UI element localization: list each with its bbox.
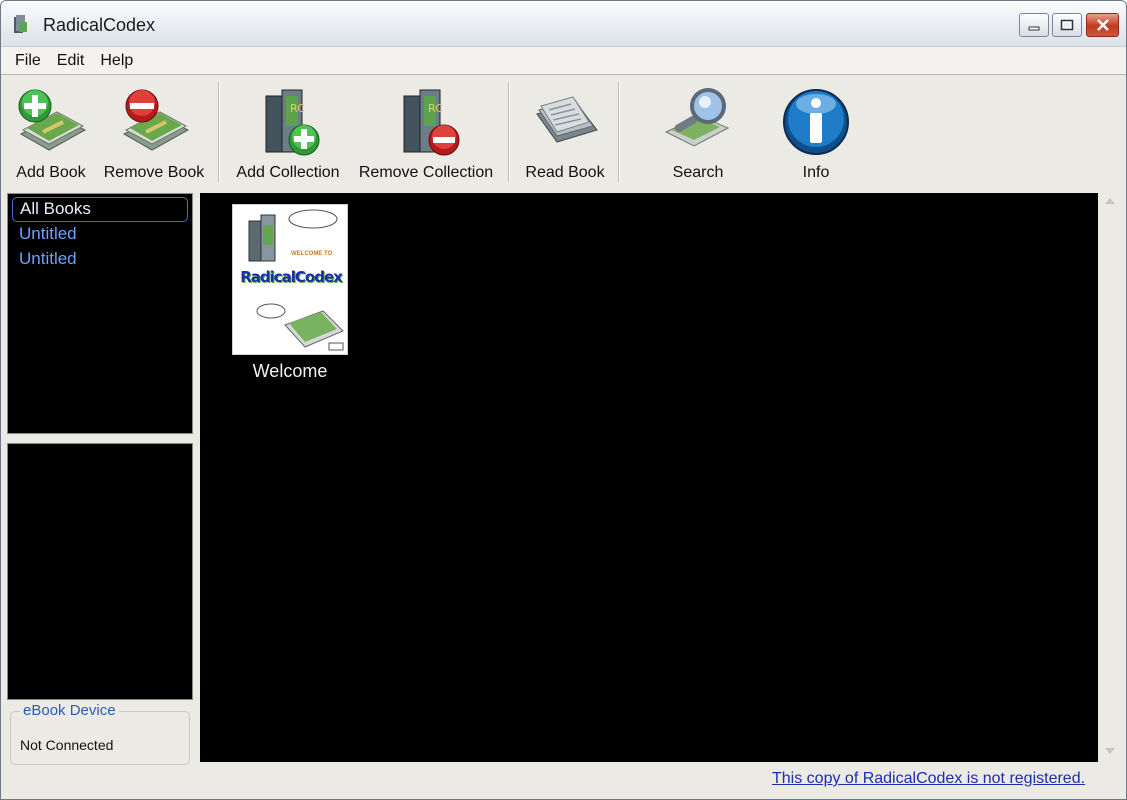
toolbar-separator [618, 82, 620, 182]
maximize-icon [1060, 19, 1074, 31]
info-label: Info [802, 164, 830, 181]
book-cover-text: RadicalCodex [240, 268, 343, 286]
toolbar-separator [218, 82, 220, 182]
details-panel [7, 443, 193, 700]
app-book-icon [14, 15, 27, 33]
registration-link[interactable]: This copy of RadicalCodex is not registe… [772, 770, 1085, 788]
scroll-up-icon[interactable] [1105, 198, 1115, 204]
ebook-device-title: eBook Device [20, 702, 119, 719]
close-button[interactable] [1086, 13, 1119, 37]
minimize-icon [1028, 26, 1040, 31]
add-collection-label: Add Collection [236, 164, 340, 181]
remove-book-icon [122, 89, 190, 151]
add-collection-icon: RC [265, 89, 320, 156]
title-bar[interactable]: RadicalCodex [1, 1, 1126, 47]
collections-list[interactable]: All Books Untitled Untitled [7, 193, 193, 434]
close-icon [1096, 19, 1109, 31]
read-book-icon [536, 96, 598, 143]
panel-splitter[interactable] [7, 434, 193, 443]
window-title: RadicalCodex [43, 15, 156, 35]
toolbar-separator [508, 82, 510, 182]
collection-item-untitled[interactable]: Untitled [12, 247, 188, 272]
remove-book-label: Remove Book [103, 164, 205, 181]
toolbar: Add Book Remove Book RC Add Collection R… [1, 76, 1126, 188]
maximize-button[interactable] [1052, 13, 1082, 37]
minimize-button[interactable] [1019, 13, 1049, 37]
remove-collection-button[interactable]: RC Remove Collection [355, 82, 497, 184]
add-collection-button[interactable]: RC Add Collection [231, 82, 345, 184]
add-book-icon [18, 89, 87, 151]
add-book-label: Add Book [16, 164, 86, 181]
menu-edit[interactable]: Edit [49, 52, 93, 70]
collection-item-all-books[interactable]: All Books [12, 197, 188, 222]
search-button[interactable]: Search [651, 82, 745, 184]
app-window: RadicalCodex File Edit Help Add Book Rem… [0, 0, 1127, 800]
book-title: Welcome [252, 361, 328, 381]
menu-bar: File Edit Help [1, 47, 1126, 75]
info-button[interactable]: Info [773, 82, 859, 184]
search-label: Search [672, 164, 724, 181]
svg-text:RC: RC [428, 102, 443, 115]
book-cover[interactable]: WELCOME TO RadicalCodex [232, 204, 348, 355]
read-book-label: Read Book [525, 164, 605, 181]
remove-book-button[interactable]: Remove Book [101, 82, 207, 184]
library-scrollbar[interactable] [1100, 193, 1120, 762]
svg-text:RC: RC [290, 102, 305, 115]
remove-collection-label: Remove Collection [358, 164, 494, 181]
read-book-button[interactable]: Read Book [519, 82, 611, 184]
collection-item-untitled[interactable]: Untitled [12, 222, 188, 247]
menu-file[interactable]: File [7, 52, 49, 70]
ebook-device-group: eBook Device Not Connected [10, 702, 190, 765]
menu-help[interactable]: Help [92, 52, 141, 70]
info-icon [783, 89, 849, 155]
add-book-button[interactable]: Add Book [7, 82, 95, 184]
search-icon [664, 88, 730, 147]
remove-collection-icon: RC [403, 89, 460, 156]
device-status: Not Connected [20, 737, 114, 753]
scroll-down-icon[interactable] [1105, 748, 1115, 754]
book-cover-subtext: WELCOME TO [291, 251, 333, 257]
